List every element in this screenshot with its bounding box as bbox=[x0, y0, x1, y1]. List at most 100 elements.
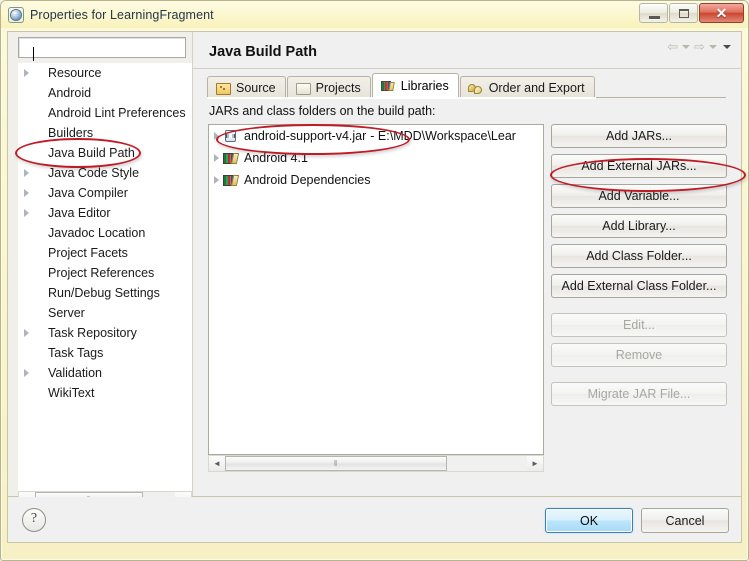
sidebar-item-run-debug-settings[interactable]: Run/Debug Settings bbox=[18, 283, 192, 303]
window-controls: ✕ bbox=[639, 3, 744, 23]
sidebar-item-android-lint-preferences[interactable]: Android Lint Preferences bbox=[18, 103, 192, 123]
sidebar-item-validation[interactable]: Validation bbox=[18, 363, 192, 383]
close-button[interactable]: ✕ bbox=[699, 3, 744, 23]
tab-label: Libraries bbox=[400, 79, 449, 93]
scroll-left-arrow-icon[interactable]: ◄ bbox=[209, 456, 225, 471]
add-external-class-folder-button[interactable]: Add External Class Folder... bbox=[551, 274, 727, 298]
forward-arrow-icon[interactable]: ⇨ bbox=[694, 40, 705, 53]
sidebar-item-label: Javadoc Location bbox=[48, 226, 146, 240]
tab-projects[interactable]: Projects bbox=[286, 76, 371, 98]
help-button[interactable]: ? bbox=[22, 508, 46, 532]
title-divider bbox=[193, 68, 742, 69]
table-row[interactable]: android-support-v4.jar - E:\MDD\Workspac… bbox=[209, 125, 543, 147]
chevron-right-icon[interactable] bbox=[214, 154, 219, 162]
sidebar-item-label: Java Editor bbox=[48, 206, 111, 220]
settings-sidebar: Resource Android Android Lint Preference… bbox=[8, 32, 192, 508]
back-arrow-icon[interactable]: ⇦ bbox=[667, 40, 678, 53]
tab-order-and-export[interactable]: Order and Export bbox=[459, 76, 595, 98]
table-row[interactable]: Android 4.1 bbox=[209, 147, 543, 169]
jar-file-icon bbox=[223, 129, 239, 144]
filter-box[interactable] bbox=[18, 37, 186, 61]
sidebar-item-server[interactable]: Server bbox=[18, 303, 192, 323]
sidebar-item-label: Project References bbox=[48, 266, 155, 280]
libraries-books-icon bbox=[380, 79, 396, 93]
sidebar-item-label: Project Facets bbox=[48, 246, 128, 260]
chevron-right-icon[interactable] bbox=[24, 169, 29, 177]
forward-dropdown-caret-icon[interactable] bbox=[709, 44, 717, 49]
chevron-right-icon[interactable] bbox=[24, 189, 29, 197]
sidebar-item-resource[interactable]: Resource bbox=[18, 63, 192, 83]
sidebar-item-javadoc-location[interactable]: Javadoc Location bbox=[18, 223, 192, 243]
page-title: Java Build Path bbox=[209, 44, 317, 60]
sidebar-item-label: WikiText bbox=[48, 386, 95, 400]
sidebar-item-java-code-style[interactable]: Java Code Style bbox=[18, 163, 192, 183]
cancel-button[interactable]: Cancel bbox=[641, 508, 729, 533]
scrollbar-track[interactable] bbox=[447, 456, 527, 471]
minimize-button[interactable] bbox=[639, 3, 668, 23]
sidebar-item-label: Java Build Path bbox=[48, 146, 135, 160]
tab-strip: Source Projects Libraries Order and Expo… bbox=[207, 73, 596, 99]
sidebar-item-label: Validation bbox=[48, 366, 102, 380]
sidebar-item-project-references[interactable]: Project References bbox=[18, 263, 192, 283]
back-dropdown-caret-icon[interactable] bbox=[682, 44, 691, 49]
navigation-history: ⇦ ⇨ bbox=[667, 40, 733, 53]
section-label: JARs and class folders on the build path… bbox=[209, 104, 436, 118]
sidebar-item-builders[interactable]: Builders bbox=[18, 123, 192, 143]
chevron-right-icon[interactable] bbox=[24, 69, 29, 77]
build-path-horizontal-scrollbar[interactable]: ◄ ‖ ► bbox=[208, 455, 544, 472]
maximize-button[interactable] bbox=[669, 3, 698, 23]
chevron-right-icon[interactable] bbox=[24, 209, 29, 217]
dialog-client-area: Resource Android Android Lint Preference… bbox=[7, 31, 742, 508]
projects-folder-icon bbox=[295, 81, 311, 95]
tab-source[interactable]: Source bbox=[207, 76, 286, 98]
scrollbar-thumb[interactable]: ‖ bbox=[225, 456, 447, 471]
sidebar-item-project-facets[interactable]: Project Facets bbox=[18, 243, 192, 263]
table-row[interactable]: Android Dependencies bbox=[209, 169, 543, 191]
library-icon bbox=[223, 151, 239, 166]
build-path-actions: Add JARs... Add External JARs... Add Var… bbox=[551, 124, 727, 412]
chevron-right-icon[interactable] bbox=[24, 329, 29, 337]
chevron-right-icon[interactable] bbox=[214, 132, 219, 140]
maximize-icon bbox=[679, 9, 689, 18]
add-variable-button[interactable]: Add Variable... bbox=[551, 184, 727, 208]
sidebar-item-java-build-path[interactable]: Java Build Path bbox=[18, 143, 192, 163]
entry-path: - E:\MDD\Workspace\Lear bbox=[370, 129, 516, 143]
sidebar-item-label: Run/Debug Settings bbox=[48, 286, 160, 300]
ok-button[interactable]: OK bbox=[545, 508, 633, 533]
remove-button[interactable]: Remove bbox=[551, 343, 727, 367]
chevron-right-icon[interactable] bbox=[214, 176, 219, 184]
migrate-jar-file-button[interactable]: Migrate JAR File... bbox=[551, 382, 727, 406]
sidebar-item-task-tags[interactable]: Task Tags bbox=[18, 343, 192, 363]
sidebar-item-label: Android Lint Preferences bbox=[48, 106, 186, 120]
sidebar-item-task-repository[interactable]: Task Repository bbox=[18, 323, 192, 343]
scroll-right-arrow-icon[interactable]: ► bbox=[527, 456, 543, 471]
sidebar-item-wikitext[interactable]: WikiText bbox=[18, 383, 192, 403]
button-group-separator bbox=[551, 304, 727, 313]
sidebar-item-java-editor[interactable]: Java Editor bbox=[18, 203, 192, 223]
settings-tree[interactable]: Resource Android Android Lint Preference… bbox=[18, 63, 192, 491]
text-caret bbox=[33, 47, 34, 61]
tab-label: Order and Export bbox=[488, 80, 585, 95]
chevron-right-icon[interactable] bbox=[24, 369, 29, 377]
sidebar-item-android[interactable]: Android bbox=[18, 83, 192, 103]
entry-name: android-support-v4.jar bbox=[244, 129, 367, 143]
sidebar-item-label: Task Repository bbox=[48, 326, 137, 340]
add-class-folder-button[interactable]: Add Class Folder... bbox=[551, 244, 727, 268]
entry-name: Android Dependencies bbox=[244, 173, 371, 187]
add-external-jars-button[interactable]: Add External JARs... bbox=[551, 154, 727, 178]
minimize-icon bbox=[649, 16, 660, 19]
search-input[interactable] bbox=[19, 38, 185, 57]
source-folder-icon bbox=[215, 81, 231, 95]
entry-name: Android 4.1 bbox=[244, 151, 308, 165]
titlebar[interactable]: Properties for LearningFragment ✕ bbox=[1, 1, 748, 28]
edit-button[interactable]: Edit... bbox=[551, 313, 727, 337]
sidebar-item-java-compiler[interactable]: Java Compiler bbox=[18, 183, 192, 203]
tab-label: Source bbox=[236, 80, 276, 95]
close-icon: ✕ bbox=[715, 5, 728, 21]
menu-dropdown-caret-icon[interactable] bbox=[723, 44, 731, 49]
tab-libraries[interactable]: Libraries bbox=[207, 73, 596, 99]
add-library-button[interactable]: Add Library... bbox=[551, 214, 727, 238]
sidebar-item-label: Builders bbox=[48, 126, 94, 140]
build-path-tree[interactable]: android-support-v4.jar - E:\MDD\Workspac… bbox=[208, 124, 544, 455]
add-jars-button[interactable]: Add JARs... bbox=[551, 124, 727, 148]
